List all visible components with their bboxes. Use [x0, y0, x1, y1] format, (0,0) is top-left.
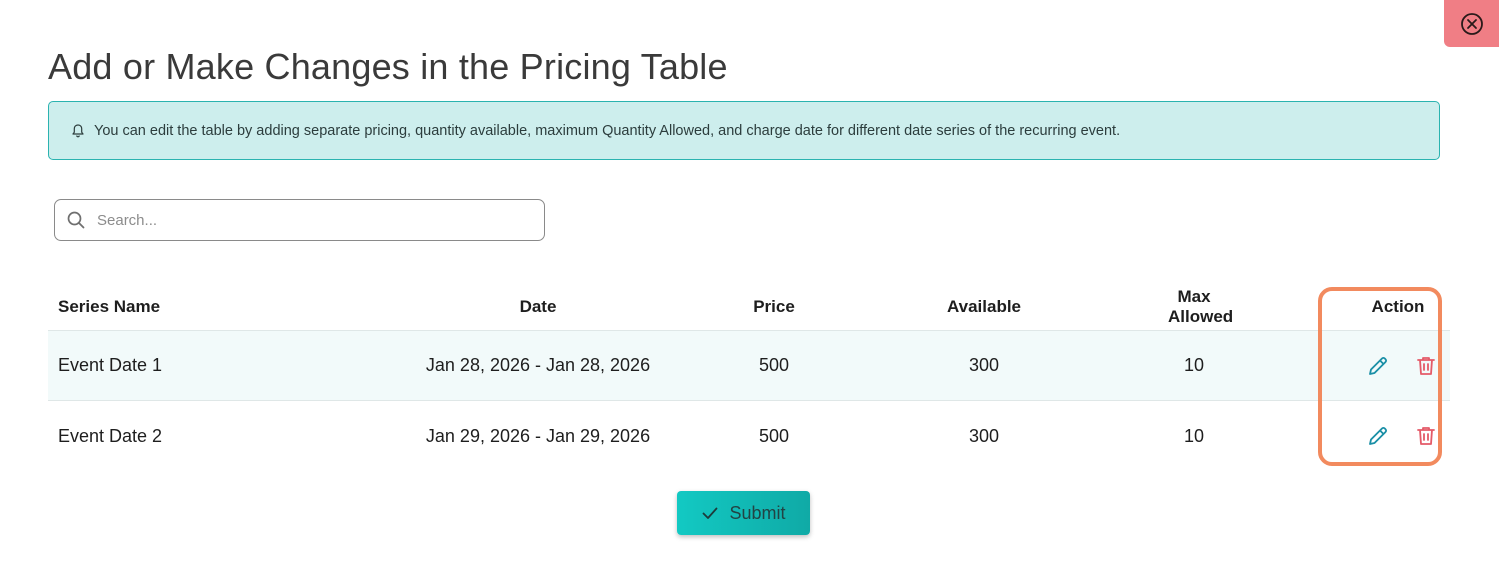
pricing-table: Series Name Date Price Available Max All…: [48, 284, 1450, 471]
info-banner: You can edit the table by adding separat…: [48, 101, 1440, 160]
close-button[interactable]: [1444, 0, 1499, 47]
pencil-icon: [1369, 427, 1387, 445]
delete-button[interactable]: [1412, 352, 1440, 380]
cell-series-name: Event Date 1: [58, 355, 163, 375]
edit-button[interactable]: [1364, 352, 1392, 380]
modal-title: Add or Make Changes in the Pricing Table: [48, 46, 728, 87]
submit-label: Submit: [729, 502, 786, 523]
header-series-name: Series Name: [58, 297, 161, 316]
cell-max-allowed: 10: [1183, 355, 1205, 375]
header-available: Available: [946, 297, 1022, 316]
table-row: Event Date 2 Jan 29, 2026 - Jan 29, 2026…: [48, 401, 1450, 471]
cell-available: 300: [968, 425, 1000, 446]
check-icon: [703, 507, 718, 519]
pricing-table-modal: Add or Make Changes in the Pricing Table…: [0, 0, 1499, 564]
table-header-row: Series Name Date Price Available Max All…: [48, 284, 1450, 331]
trash-icon: [1417, 427, 1435, 445]
cell-date: Jan 29, 2026 - Jan 29, 2026: [425, 425, 651, 446]
cell-price: 500: [758, 425, 790, 446]
search-box[interactable]: [54, 199, 545, 241]
header-max-allowed: Max Allowed: [1168, 287, 1234, 326]
cell-actions: [1220, 422, 1450, 450]
submit-button[interactable]: Submit: [677, 491, 810, 535]
info-text: You can edit the table by adding separat…: [94, 122, 1121, 139]
cell-available: 300: [968, 355, 1000, 375]
header-date: Date: [519, 297, 557, 316]
search-icon: [67, 211, 85, 229]
delete-button[interactable]: [1412, 422, 1440, 450]
header-price: Price: [753, 297, 795, 316]
trash-icon: [1417, 356, 1435, 375]
table-row: Event Date 1 Jan 28, 2026 - Jan 28, 2026…: [48, 331, 1450, 401]
cell-actions: [1220, 352, 1450, 380]
edit-button[interactable]: [1364, 422, 1392, 450]
header-action: Action: [1371, 297, 1425, 316]
close-icon: [1460, 12, 1483, 35]
search-input[interactable]: [97, 211, 497, 229]
cell-series-name: Event Date 2: [58, 425, 163, 446]
cell-price: 500: [758, 355, 790, 375]
bell-icon: [70, 123, 86, 139]
cell-date: Jan 28, 2026 - Jan 28, 2026: [425, 355, 651, 375]
cell-max-allowed: 10: [1183, 425, 1205, 446]
pencil-icon: [1369, 356, 1387, 375]
